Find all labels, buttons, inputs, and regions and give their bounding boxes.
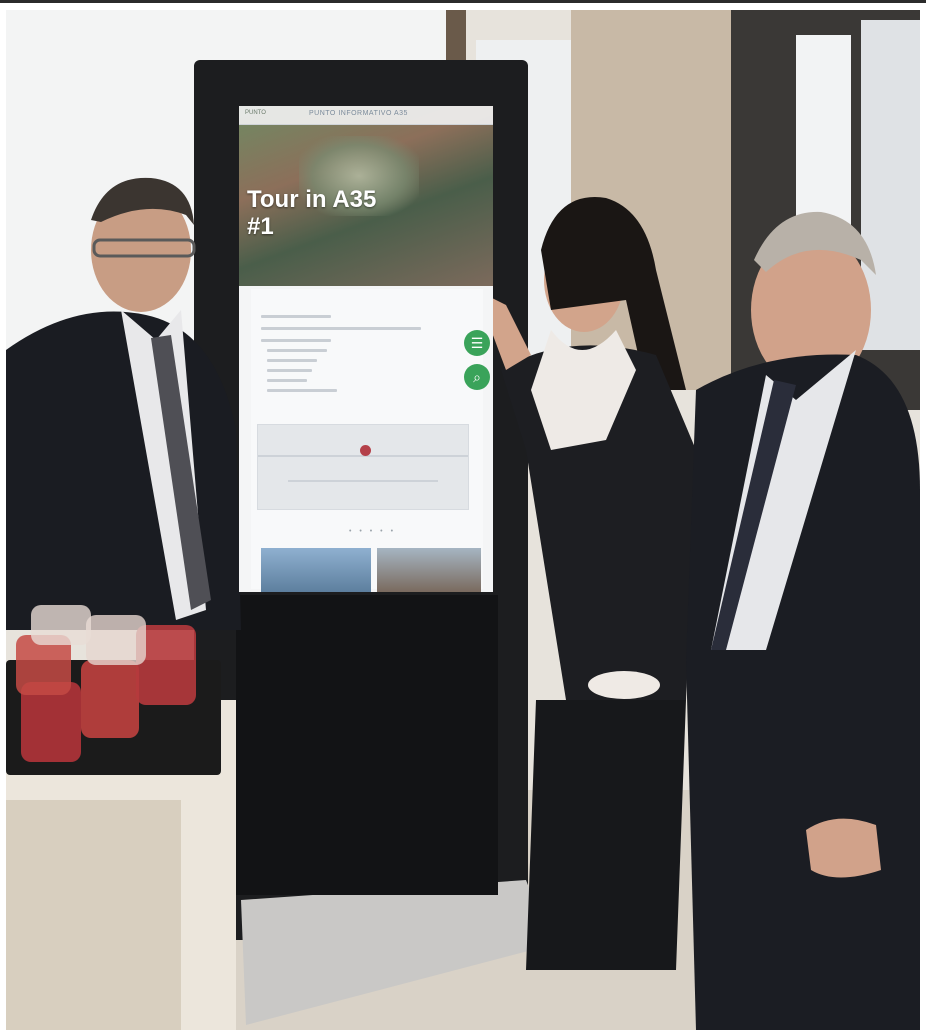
thumbnail-image[interactable] <box>377 548 481 592</box>
woman-trousers <box>526 700 696 970</box>
kiosk-topbar-title: PUNTO INFORMATIVO A35 <box>309 110 408 117</box>
kiosk-topbar: PUNTO PUNTO INFORMATIVO A35 <box>239 106 493 125</box>
map-pin-icon[interactable] <box>360 445 371 456</box>
kiosk-brand: PUNTO <box>245 110 266 116</box>
hero-title-line1: Tour in A35 <box>247 186 377 213</box>
counter-front <box>6 800 181 1030</box>
map-road <box>288 480 438 482</box>
menu-button[interactable]: ☰ <box>464 330 490 356</box>
text-line <box>267 359 317 362</box>
text-line <box>267 389 337 392</box>
hamburger-menu-icon: ☰ <box>470 335 484 351</box>
hero-title: Tour in A35 #1 <box>247 186 376 240</box>
text-line <box>267 349 327 352</box>
event-photo: PUNTO PUNTO INFORMATIVO A35 Tour in A35 … <box>6 10 920 1030</box>
photo-frame: PUNTO PUNTO INFORMATIVO A35 Tour in A35 … <box>0 0 926 1033</box>
kiosk-lower-panel <box>236 595 498 895</box>
right-man-hand <box>806 818 881 878</box>
text-line <box>267 379 307 382</box>
text-line <box>261 339 331 342</box>
top-border-line <box>0 0 926 3</box>
drink-glass <box>86 615 146 665</box>
text-line <box>261 315 331 318</box>
woman-cuff <box>588 671 660 699</box>
kiosk-screen[interactable]: PUNTO PUNTO INFORMATIVO A35 Tour in A35 … <box>239 106 493 592</box>
drink-glass <box>81 660 139 738</box>
right-window-pane <box>796 35 851 235</box>
text-line <box>267 369 312 372</box>
hero-title-line2: #1 <box>247 213 274 240</box>
drink-glass <box>31 605 91 645</box>
thumbnail-image[interactable] <box>261 548 371 592</box>
map-widget[interactable] <box>257 424 469 510</box>
pagination-dots[interactable]: • • • • • <box>349 528 396 535</box>
search-icon: ⌕ <box>473 369 481 385</box>
search-button[interactable]: ⌕ <box>464 364 490 390</box>
text-line <box>261 327 421 330</box>
